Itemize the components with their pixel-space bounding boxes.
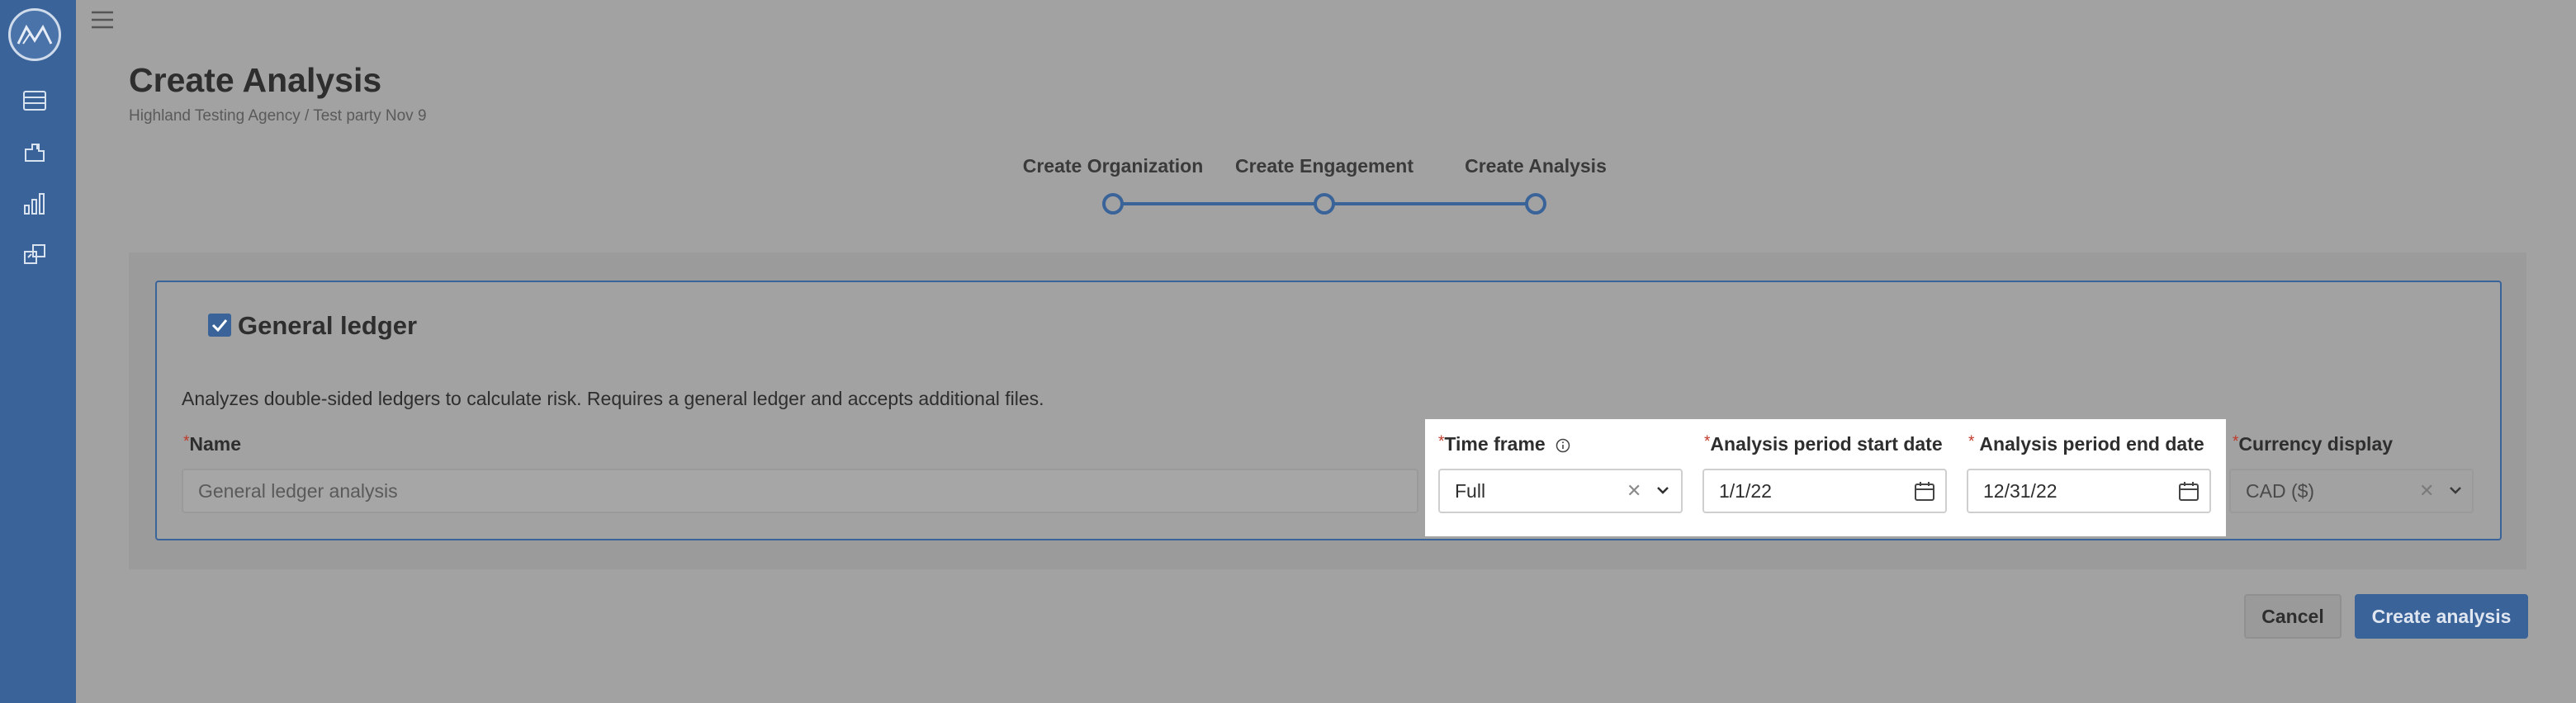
currency-value: CAD ($): [2246, 479, 2315, 502]
cancel-button[interactable]: Cancel: [2244, 594, 2342, 639]
card-description: Analyzes double-sided ledgers to calcula…: [182, 388, 1044, 409]
sidebar-item-reports[interactable]: [20, 188, 50, 218]
start-date-value: 1/1/22: [1719, 479, 1772, 502]
currency-label-text: Currency display: [2238, 433, 2394, 455]
step-connector: [1123, 202, 1314, 205]
step-create-organization: Create Organization: [1022, 155, 1204, 177]
sidebar: [0, 0, 76, 703]
end-date-input[interactable]: 12/31/22: [1967, 469, 2211, 513]
name-label-text: Name: [189, 433, 242, 455]
chevron-down-icon[interactable]: [2447, 482, 2464, 498]
end-date-label-text: Analysis period end date: [1979, 433, 2204, 455]
currency-select[interactable]: CAD ($) ✕: [2229, 469, 2474, 513]
name-placeholder: General ledger analysis: [198, 479, 398, 502]
boxes-icon: [24, 244, 45, 264]
table-icon: [23, 91, 46, 111]
breadcrumb: Highland Testing Agency / Test party Nov…: [129, 107, 427, 125]
step-dot: [1525, 193, 1546, 215]
hamburger-icon: [92, 11, 113, 29]
card-title: General ledger: [238, 311, 418, 340]
calendar-icon[interactable]: [2178, 480, 2200, 502]
currency-label: *Currency display: [2233, 433, 2393, 455]
puzzle-icon: [25, 144, 45, 162]
time-frame-select[interactable]: Full ✕: [1438, 469, 1683, 513]
start-date-label: *Analysis period start date: [1704, 433, 1943, 455]
app-logo[interactable]: [8, 8, 61, 61]
logo-mark-icon: [17, 24, 53, 45]
end-date-label: * Analysis period end date: [1968, 433, 2204, 455]
time-frame-label: *Time frame: [1438, 433, 1570, 455]
sidebar-item-integrations[interactable]: [20, 239, 50, 269]
time-frame-value: Full: [1455, 479, 1486, 502]
chevron-down-icon[interactable]: [1655, 482, 1671, 498]
end-date-value: 12/31/22: [1983, 479, 2057, 502]
name-label: *Name: [183, 433, 241, 455]
step-create-engagement: Create Engagement: [1234, 155, 1414, 177]
page-title: Create Analysis: [129, 61, 382, 99]
step-dot: [1314, 193, 1335, 215]
step-dot: [1102, 193, 1124, 215]
sidebar-item-data[interactable]: [20, 86, 50, 116]
time-frame-label-text: Time frame: [1444, 433, 1546, 455]
clear-icon[interactable]: ✕: [1627, 480, 1641, 502]
sidebar-item-engagements[interactable]: [20, 137, 50, 167]
clear-icon[interactable]: ✕: [2419, 480, 2434, 502]
general-ledger-checkbox[interactable]: [208, 314, 231, 337]
required-marker: *: [1968, 433, 1975, 451]
name-input[interactable]: General ledger analysis: [182, 469, 1418, 513]
create-analysis-button[interactable]: Create analysis: [2355, 594, 2528, 639]
step-connector: [1334, 202, 1526, 205]
bar-chart-icon: [24, 193, 45, 215]
check-icon: [211, 319, 228, 332]
info-icon[interactable]: [1556, 438, 1570, 453]
start-date-label-text: Analysis period start date: [1710, 433, 1943, 455]
menu-toggle-button[interactable]: [89, 7, 116, 33]
calendar-icon[interactable]: [1914, 480, 1935, 502]
step-create-analysis: Create Analysis: [1465, 155, 1607, 177]
start-date-input[interactable]: 1/1/22: [1702, 469, 1947, 513]
